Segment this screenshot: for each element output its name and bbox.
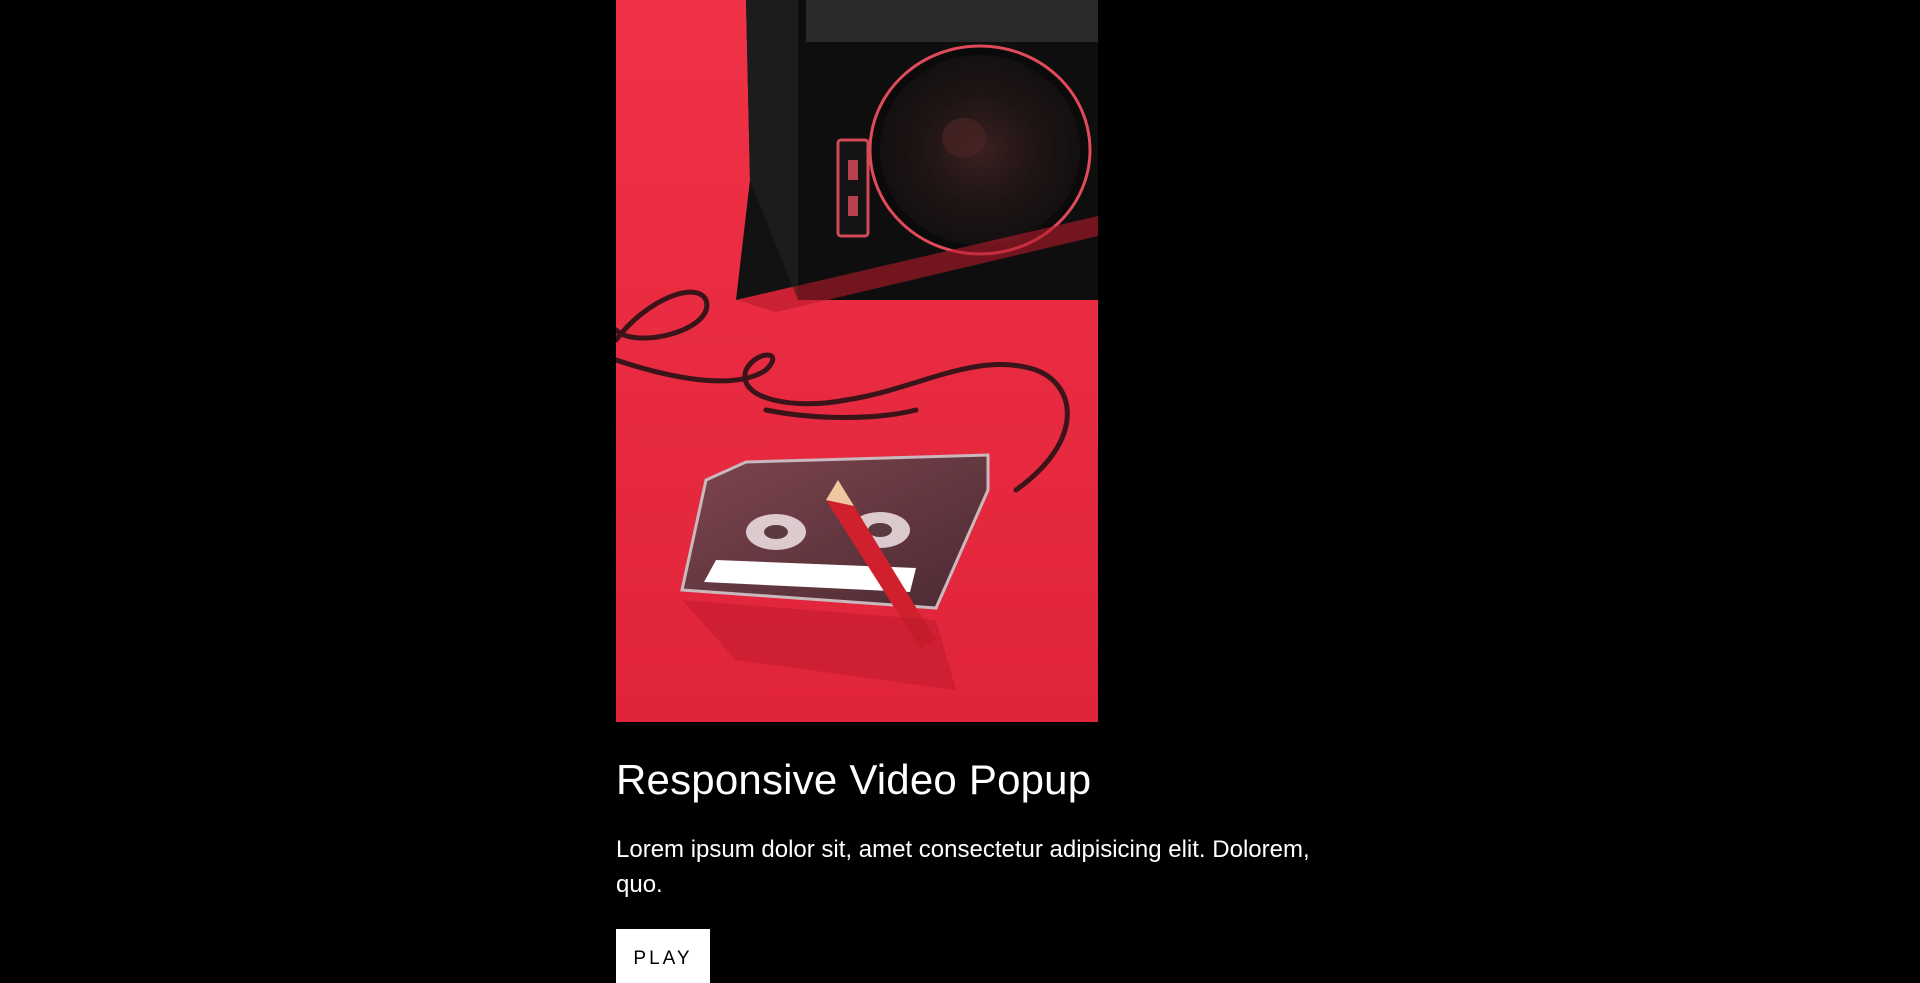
card-description: Lorem ipsum dolor sit, amet consectetur …	[616, 836, 1310, 898]
boombox-shape	[736, 0, 1098, 300]
card-title: Responsive Video Popup	[616, 756, 1092, 803]
page: Responsive Video Popup Lorem ipsum dolor…	[0, 0, 1920, 983]
cassette-photo	[616, 0, 1098, 722]
play-button[interactable]: PLAY	[616, 929, 710, 983]
card-content: Responsive Video Popup Lorem ipsum dolor…	[616, 752, 1376, 983]
